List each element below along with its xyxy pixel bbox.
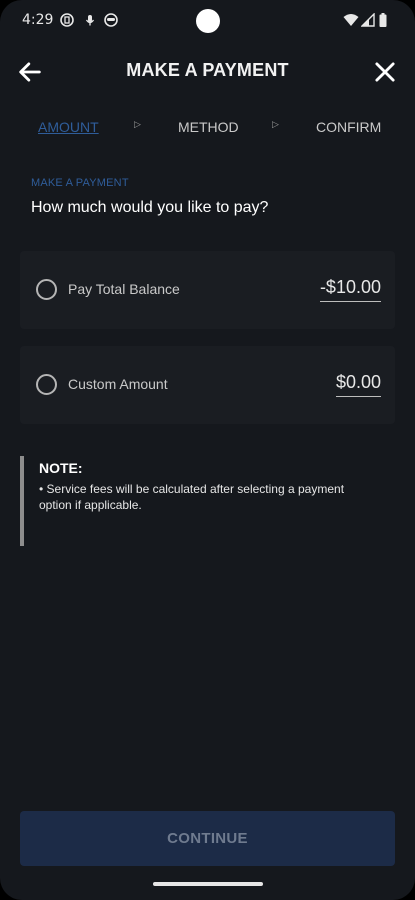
signal-icon: [361, 13, 375, 27]
step-amount[interactable]: AMOUNT: [38, 119, 99, 135]
step-arrow-icon: ▷: [272, 119, 279, 129]
option-label: Custom Amount: [68, 376, 168, 392]
note-text: • Service fees will be calculated after …: [39, 482, 345, 512]
continue-button[interactable]: CONTINUE: [20, 811, 395, 866]
payment-question: How much would you like to pay?: [31, 199, 269, 216]
step-method[interactable]: METHOD: [178, 119, 239, 135]
home-indicator[interactable]: [153, 882, 263, 886]
section-label: MAKE A PAYMENT: [31, 177, 129, 189]
step-arrow-icon: ▷: [134, 119, 141, 129]
status-bar: 4:29: [0, 0, 415, 42]
option-pay-total-balance[interactable]: Pay Total Balance -$10.00: [20, 251, 395, 329]
note-title: NOTE:: [39, 460, 83, 476]
step-indicator: AMOUNT ▷ METHOD ▷ CONFIRM: [0, 116, 415, 140]
fee-note: NOTE: • Service fees will be calculated …: [20, 456, 380, 546]
mic-icon: [85, 15, 95, 26]
option-custom-amount[interactable]: Custom Amount $0.00: [20, 346, 395, 424]
wifi-icon: [343, 14, 359, 26]
step-confirm[interactable]: CONFIRM: [316, 119, 381, 135]
face-icon: [104, 13, 118, 27]
radio-button[interactable]: [36, 279, 57, 300]
header: MAKE A PAYMENT: [0, 50, 415, 94]
option-amount: -$10.00: [319, 277, 381, 302]
status-time: 4:29: [22, 12, 54, 28]
close-icon[interactable]: [371, 58, 399, 86]
custom-amount-input[interactable]: $0.00: [335, 372, 381, 397]
note-accent-bar: [20, 456, 24, 546]
front-camera: [196, 9, 220, 33]
page-title: MAKE A PAYMENT: [126, 60, 289, 80]
phone-screen: 4:29 MAKE A PAYMENT AMOUNT ▷ METHOD ▷ CO…: [0, 0, 415, 900]
sync-badge-icon: [60, 13, 74, 27]
battery-icon: [379, 13, 387, 27]
radio-button[interactable]: [36, 374, 57, 395]
option-label: Pay Total Balance: [68, 281, 180, 297]
